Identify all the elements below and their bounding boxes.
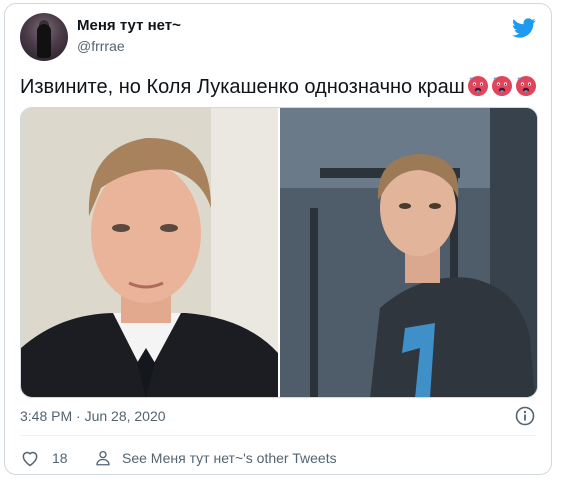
twitter-bird-icon[interactable] — [512, 16, 536, 40]
avatar-figure-shape — [37, 24, 51, 58]
tweet-photo-2[interactable] — [280, 108, 537, 397]
tweet-media-grid — [20, 107, 538, 398]
portrait-illustration-2 — [280, 108, 537, 397]
tweet-body: Извините, но Коля Лукашенко однозначно к… — [20, 74, 537, 100]
see-other-tweets-link[interactable]: See Меня тут нет~'s other Tweets — [94, 447, 337, 469]
heart-icon — [22, 451, 38, 467]
embedded-tweet-card: Меня тут нет~ @frrrae Извините, но Коля … — [4, 3, 552, 475]
see-other-tweets-label: See Меня тут нет~'s other Tweets — [122, 450, 337, 466]
like-count: 18 — [52, 450, 68, 466]
info-icon[interactable] — [515, 406, 535, 426]
portrait-illustration-1 — [21, 108, 278, 397]
author-avatar[interactable] — [20, 13, 68, 61]
like-button[interactable]: 18 — [20, 447, 68, 469]
hot-face-emoji — [467, 76, 488, 96]
tweet-text: Извините, но Коля Лукашенко однозначно к… — [20, 76, 465, 98]
person-icon — [96, 450, 110, 466]
footer-divider — [20, 435, 536, 436]
tweet-timestamp[interactable]: 3:48 PM · Jun 28, 2020 — [20, 408, 166, 424]
author-display-name[interactable]: Меня тут нет~ — [77, 17, 181, 34]
tweet-photo-1[interactable] — [21, 108, 278, 397]
author-handle[interactable]: @frrrae — [77, 38, 125, 54]
hot-face-emoji — [491, 76, 512, 96]
hot-face-emoji — [515, 76, 536, 96]
